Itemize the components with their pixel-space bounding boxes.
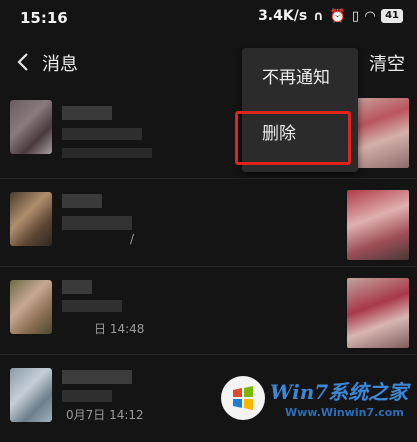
clear-button[interactable]: 清空 xyxy=(369,50,405,76)
status-bar: 15:16 3.4K/s ∩ ⏰ ▯ ◠ 41 xyxy=(0,0,417,36)
headphone-icon: ∩ xyxy=(313,8,324,24)
windows-logo-icon xyxy=(221,376,265,420)
status-icons: 3.4K/s ∩ ⏰ ▯ ◠ 41 xyxy=(258,8,403,24)
message-preview xyxy=(62,216,132,230)
sender-name xyxy=(62,280,92,294)
vibrate-icon: ▯ xyxy=(351,8,360,24)
message-time xyxy=(62,148,152,158)
back-arrow-icon[interactable] xyxy=(14,50,34,74)
watermark-brand: Win7系统之家 xyxy=(270,380,409,404)
post-thumbnail xyxy=(347,190,409,260)
sender-name xyxy=(62,370,132,384)
battery-icon: 41 xyxy=(381,9,403,23)
avatar xyxy=(10,368,52,422)
message-time: / xyxy=(130,232,135,246)
avatar xyxy=(10,100,52,154)
post-thumbnail xyxy=(347,278,409,348)
wifi-icon: ◠ xyxy=(365,8,376,24)
watermark-site: Www.Winwin7.com xyxy=(285,406,404,419)
avatar xyxy=(10,192,52,246)
divider xyxy=(0,266,417,267)
avatar xyxy=(10,280,52,334)
divider xyxy=(0,354,417,355)
list-item[interactable]: / xyxy=(0,180,417,266)
sender-name xyxy=(62,194,102,208)
divider xyxy=(0,178,417,179)
message-preview xyxy=(62,128,142,140)
alarm-icon: ⏰ xyxy=(329,8,346,24)
sender-name xyxy=(62,106,112,120)
list-item[interactable]: 日 14:48 xyxy=(0,268,417,354)
message-preview xyxy=(62,300,122,312)
status-time: 15:16 xyxy=(20,9,68,27)
message-time: 0月7日 14:12 xyxy=(66,408,144,422)
watermark: Win7系统之家 Www.Winwin7.com xyxy=(215,370,415,430)
network-speed: 3.4K/s xyxy=(258,8,308,24)
message-preview xyxy=(62,390,112,402)
message-time: 日 14:48 xyxy=(94,322,145,336)
menu-item-mute[interactable]: 不再通知 xyxy=(242,50,358,106)
highlight-box xyxy=(235,111,351,165)
page-title: 消息 xyxy=(42,54,78,75)
